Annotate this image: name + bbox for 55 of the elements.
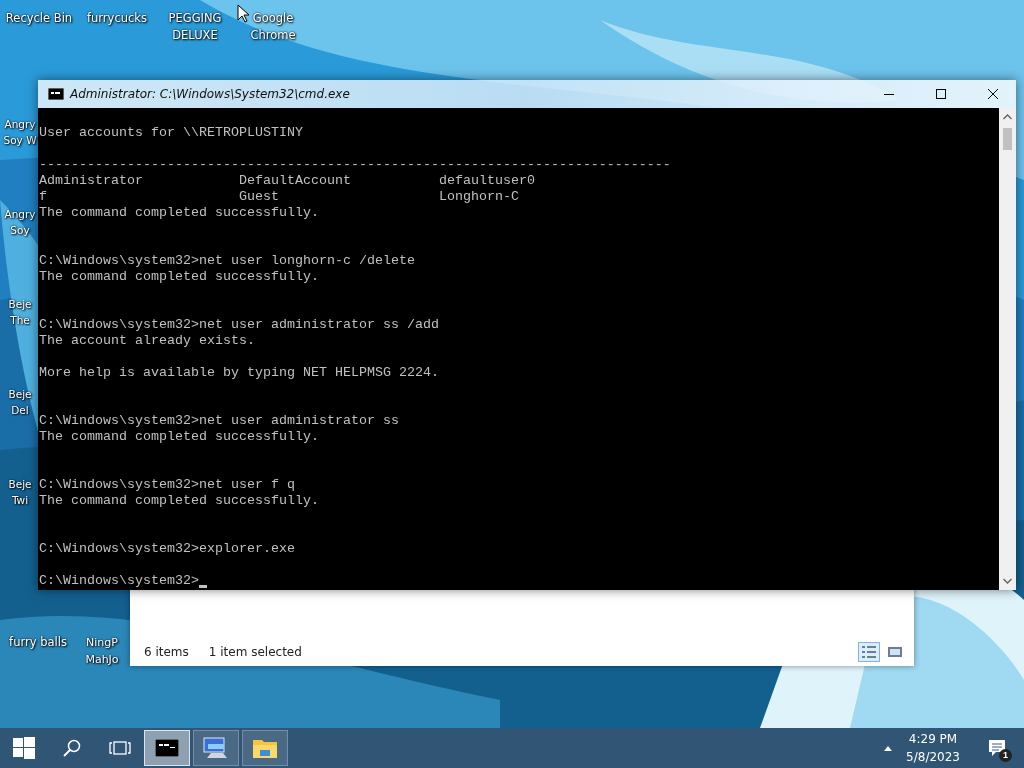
- console-line: C:\Windows\system32>net user administrator ss: [39, 413, 400, 429]
- console-line: User accounts for \\RETROPLUSTINY: [39, 125, 304, 141]
- taskbar-app-button[interactable]: [144, 730, 190, 766]
- desktop-icon-label[interactable]: Beje The: [2, 296, 38, 328]
- desktop-icon-label[interactable]: Recycle Bin: [0, 10, 78, 44]
- console-line: Administrator DefaultAccount defaultuser0: [39, 173, 536, 189]
- action-center-button[interactable]: 1: [982, 728, 1012, 768]
- folder-icon: [253, 738, 277, 758]
- desktop-icon-label[interactable]: Angry Soy: [2, 206, 38, 238]
- details-view-button[interactable]: [858, 642, 880, 662]
- status-text: 1 item selected: [208, 645, 302, 659]
- task-view-icon: [109, 741, 131, 755]
- desktop-icon-label[interactable]: Beje Del: [2, 386, 38, 418]
- console-line: More help is available by typing NET HELPMSG 2224.: [39, 365, 440, 381]
- console-line: C:\Windows\system32>explorer.exe: [39, 541, 296, 557]
- computer-icon: [203, 736, 229, 760]
- notification-icon: [988, 739, 1006, 757]
- scroll-up-icon[interactable]: [1003, 114, 1012, 120]
- clock-date: 5/8/2023: [906, 749, 960, 766]
- maximize-icon: [936, 89, 946, 99]
- clock[interactable]: 4:29 PM 5/8/2023: [906, 730, 960, 766]
- search-icon: [63, 739, 81, 757]
- desktop-icon-label[interactable]: NingP MahJo: [82, 634, 122, 668]
- console-line: f Guest Longhorn-C: [39, 189, 520, 205]
- notification-badge: 1: [999, 749, 1012, 762]
- console-icon: [155, 739, 179, 757]
- console-line: The command completed successfully.: [39, 493, 320, 509]
- scroll-down-icon[interactable]: [1003, 578, 1012, 584]
- close-icon: [988, 89, 998, 99]
- windows-logo-icon: [13, 737, 35, 759]
- console-line: The command completed successfully.: [39, 269, 320, 285]
- console-line: The command completed successfully.: [39, 429, 320, 445]
- picture-view-icon: [887, 645, 903, 659]
- scrollbar-thumb[interactable]: [1003, 128, 1012, 150]
- desktop-icon-label[interactable]: Google Chrome: [234, 10, 312, 44]
- console-icon: [48, 88, 64, 100]
- clock-time: 4:29 PM: [908, 731, 958, 748]
- window-title: Administrator: C:\Windows\System32\cmd.exe: [70, 87, 350, 101]
- desktop-icon-label[interactable]: PEGGING DELUXE: [156, 10, 234, 44]
- console-line: C:\Windows\system32>net user administrator ss /add: [39, 317, 440, 333]
- console-prompt: C:\Windows\system32>: [39, 573, 199, 589]
- console-line: -------------------------------------------------------------------------------: [39, 157, 672, 173]
- show-hidden-icons[interactable]: [884, 745, 893, 751]
- console-line: The command completed successfully.: [39, 205, 320, 221]
- desktop-icon-label[interactable]: Beje Twi: [2, 476, 38, 508]
- desktop-icon-label[interactable]: furrycucks: [78, 10, 156, 44]
- desktop-icon-label[interactable]: Angry Soy W: [2, 116, 38, 148]
- console-line: The account already exists.: [39, 333, 256, 349]
- details-view-icon: [861, 645, 877, 659]
- text-cursor: [198, 585, 207, 588]
- console-line: C:\Windows\system32>net user longhorn-c /delete: [39, 253, 416, 269]
- desktop-icon-label[interactable]: furry balls: [2, 634, 74, 668]
- status-text: 6 items: [144, 645, 189, 659]
- console-line: C:\Windows\system32>net user f q: [39, 477, 296, 493]
- cursor-icon: [237, 4, 249, 23]
